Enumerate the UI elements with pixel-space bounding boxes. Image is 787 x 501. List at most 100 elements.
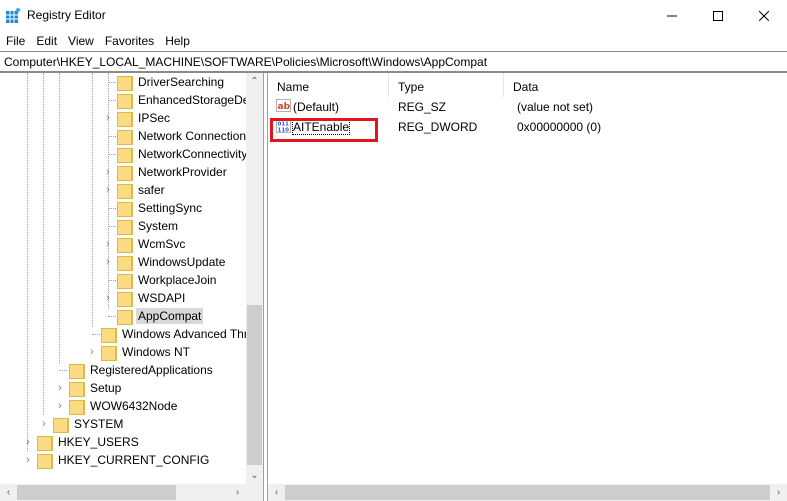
close-button[interactable] xyxy=(741,0,787,31)
expand-chevron-icon[interactable]: › xyxy=(55,397,65,415)
tree-item[interactable]: Setup xyxy=(68,379,123,397)
tree-scroll-thumb[interactable] xyxy=(247,305,262,465)
tree-connector-line xyxy=(108,100,116,101)
folder-icon xyxy=(116,146,133,163)
scroll-left-icon[interactable]: ‹ xyxy=(0,484,17,501)
menu-help[interactable]: Help xyxy=(159,31,195,51)
tree-connector-line xyxy=(108,208,116,209)
tree-item-label: System xyxy=(138,219,179,233)
folder-icon xyxy=(116,182,133,199)
tree-item[interactable]: WOW6432Node xyxy=(68,397,179,415)
expand-chevron-icon[interactable]: › xyxy=(103,289,113,307)
tree-item[interactable]: SYSTEM xyxy=(52,415,125,433)
menu-favorites[interactable]: Favorites xyxy=(99,31,159,51)
tree-item-label: IPSec xyxy=(138,111,171,125)
tree-item[interactable]: IPSec xyxy=(116,109,172,127)
tree-item[interactable]: System xyxy=(116,217,180,235)
folder-icon xyxy=(52,416,69,433)
menu-edit[interactable]: Edit xyxy=(30,31,62,51)
tree-item[interactable]: NetworkProvider xyxy=(116,163,229,181)
tree-item-label: Network Connection xyxy=(138,129,247,143)
folder-icon xyxy=(116,92,133,109)
folder-icon xyxy=(116,74,133,91)
address-bar[interactable]: Computer\HKEY_LOCAL_MACHINE\SOFTWARE\Pol… xyxy=(0,51,787,73)
tree-item[interactable]: NetworkConnectivity xyxy=(116,145,249,163)
tree-item-label: WOW6432Node xyxy=(90,399,178,413)
tree-item-label: SettingSync xyxy=(138,201,203,215)
list-horizontal-scrollbar[interactable]: ‹ › xyxy=(268,484,787,501)
tree-item[interactable]: RegisteredApplications xyxy=(68,361,215,379)
tree-connector-line xyxy=(108,82,116,83)
tree-guide-line xyxy=(92,73,93,327)
tree-item[interactable]: Windows NT xyxy=(100,343,192,361)
maximize-button[interactable] xyxy=(695,0,741,31)
tree-item[interactable]: safer xyxy=(116,181,167,199)
expand-chevron-icon[interactable]: › xyxy=(103,181,113,199)
list-hscroll-thumb[interactable] xyxy=(285,485,770,500)
tree-item-label: WindowsUpdate xyxy=(138,255,226,269)
tree-item[interactable]: HKEY_USERS xyxy=(36,433,141,451)
tree-vertical-scrollbar[interactable]: ⌃ ⌄ xyxy=(246,73,263,486)
folder-icon xyxy=(36,434,53,451)
tree-item[interactable]: DriverSearching xyxy=(116,73,226,91)
menu-file[interactable]: File xyxy=(0,31,30,51)
minimize-button[interactable] xyxy=(649,0,695,31)
scroll-right-icon[interactable]: › xyxy=(770,484,787,501)
scroll-right-icon[interactable]: › xyxy=(229,484,246,501)
tree-item[interactable]: Windows Advanced Thr xyxy=(100,325,250,343)
tree-connector-line xyxy=(108,280,116,281)
tree-connector-line xyxy=(92,334,100,335)
expand-chevron-icon[interactable]: › xyxy=(87,343,97,361)
folder-icon xyxy=(116,164,133,181)
menu-bar: File Edit View Favorites Help xyxy=(0,31,787,51)
expand-chevron-icon[interactable]: › xyxy=(103,253,113,271)
minimize-icon xyxy=(667,15,677,16)
scroll-up-icon[interactable]: ⌃ xyxy=(246,73,263,90)
expand-chevron-icon[interactable]: › xyxy=(103,163,113,181)
folder-icon xyxy=(116,254,133,271)
expand-chevron-icon[interactable]: › xyxy=(103,235,113,253)
folder-icon xyxy=(116,128,133,145)
string-value-icon: ab xyxy=(276,99,291,112)
tree-item[interactable]: Network Connection xyxy=(116,127,248,145)
value-type: REG_DWORD xyxy=(398,120,478,134)
expand-chevron-icon[interactable]: › xyxy=(23,433,33,451)
tree-item[interactable]: WindowsUpdate xyxy=(116,253,227,271)
tree-item[interactable]: WorkplaceJoin xyxy=(116,271,218,289)
registry-editor-icon xyxy=(6,8,21,23)
value-row[interactable]: ab (Default) REG_SZ (value not set) xyxy=(268,97,787,117)
folder-icon xyxy=(116,308,133,325)
value-type: REG_SZ xyxy=(398,100,447,114)
column-header-name[interactable]: Name xyxy=(268,73,389,97)
tree-item[interactable]: WSDAPI xyxy=(116,289,187,307)
tree-item[interactable]: AppCompat xyxy=(116,307,204,325)
folder-icon xyxy=(100,344,117,361)
tree-item[interactable]: EnhancedStorageDev xyxy=(116,91,257,109)
tree-item[interactable]: WcmSvc xyxy=(116,235,187,253)
column-header-data[interactable]: Data xyxy=(504,73,787,97)
address-path[interactable]: Computer\HKEY_LOCAL_MACHINE\SOFTWARE\Pol… xyxy=(4,55,487,69)
close-icon xyxy=(759,10,769,21)
tree-item-label: WSDAPI xyxy=(138,291,186,305)
expand-chevron-icon[interactable]: › xyxy=(23,451,33,469)
tree-item-label: AppCompat xyxy=(136,308,204,324)
expand-chevron-icon[interactable]: › xyxy=(103,109,113,127)
scroll-down-icon[interactable]: ⌄ xyxy=(246,467,263,484)
expand-chevron-icon[interactable]: › xyxy=(55,379,65,397)
column-header-type[interactable]: Type xyxy=(389,73,504,97)
tree-horizontal-scrollbar[interactable]: ‹ › xyxy=(0,484,263,501)
tree-item[interactable]: HKEY_CURRENT_CONFIG xyxy=(36,451,211,469)
folder-icon xyxy=(116,218,133,235)
scroll-left-icon[interactable]: ‹ xyxy=(268,484,285,501)
tree-item-label: EnhancedStorageDev xyxy=(138,93,256,107)
tree-hscroll-thumb[interactable] xyxy=(17,485,176,500)
tree-connector-line xyxy=(108,316,116,317)
tree-item[interactable]: SettingSync xyxy=(116,199,204,217)
folder-icon xyxy=(116,272,133,289)
tree-connector-line xyxy=(108,154,116,155)
folder-icon xyxy=(116,236,133,253)
expand-chevron-icon[interactable]: › xyxy=(39,415,49,433)
menu-view[interactable]: View xyxy=(62,31,99,51)
folder-icon xyxy=(68,380,85,397)
tree-guide-line xyxy=(59,73,60,363)
